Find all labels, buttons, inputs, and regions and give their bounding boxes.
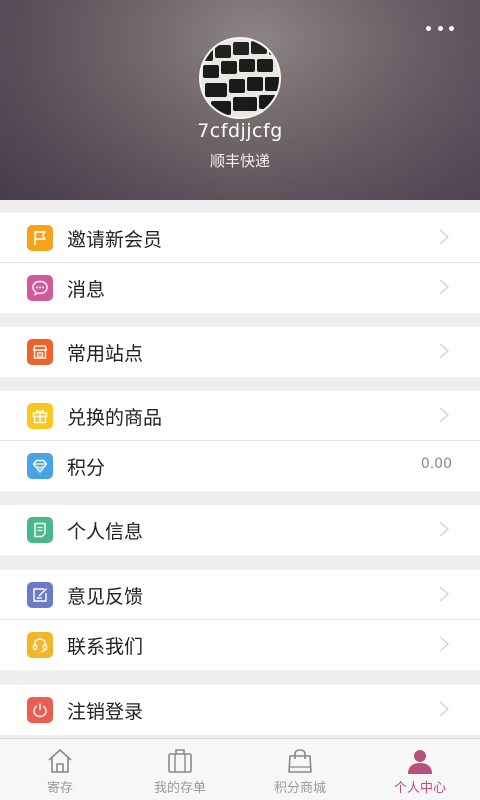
menu-item-feedback[interactable]: 意见反馈	[0, 570, 480, 620]
menu-group-3: 兑换的商品 积分 0.00	[0, 391, 480, 491]
menu-item-messages[interactable]: 消息	[0, 263, 480, 313]
more-dots-icon[interactable]	[426, 20, 454, 36]
profile-header: 7cfdjjcfg 顺丰快递	[0, 0, 480, 200]
menu-item-label: 消息	[67, 279, 106, 301]
menu-item-label: 邀请新会员	[67, 229, 163, 251]
shopping-bag-icon	[288, 749, 312, 773]
chevron-right-icon	[439, 636, 450, 652]
menu-item-points[interactable]: 积分 0.00	[0, 441, 480, 491]
chevron-right-icon	[439, 279, 450, 295]
message-icon	[27, 275, 53, 301]
menu-item-contact-us[interactable]: 联系我们	[0, 620, 480, 670]
tab-label: 我的存单	[153, 781, 206, 796]
menu-item-label: 兑换的商品	[67, 407, 163, 429]
menu-item-label: 常用站点	[67, 343, 144, 365]
menu-item-label: 联系我们	[67, 636, 144, 658]
bag-icon	[168, 749, 192, 773]
chevron-right-icon	[439, 521, 450, 537]
company-name: 顺丰快递	[209, 152, 270, 170]
menu-item-redeemed-goods[interactable]: 兑换的商品	[0, 391, 480, 441]
menu-item-label: 注销登录	[67, 701, 144, 723]
tab-my-orders[interactable]: 我的存单	[120, 739, 240, 800]
menu-group-5: 意见反馈 联系我们	[0, 570, 480, 670]
points-value: 0.00	[420, 456, 452, 472]
feedback-icon	[27, 582, 53, 608]
gift-icon	[27, 403, 53, 429]
diamond-icon	[27, 453, 53, 479]
menu-group-6: 注销登录	[0, 685, 480, 735]
tab-label: 个人中心	[393, 781, 446, 796]
menu-group-2: 常用站点	[0, 327, 480, 377]
tab-points-mall[interactable]: 积分商城	[240, 739, 360, 800]
avatar[interactable]	[199, 37, 281, 119]
headset-icon	[27, 632, 53, 658]
menu-item-label: 积分	[67, 457, 106, 479]
flag-icon	[27, 225, 53, 251]
chevron-right-icon	[439, 701, 450, 717]
tab-label: 寄存	[46, 781, 73, 796]
menu-item-label: 意见反馈	[67, 586, 144, 608]
bottom-tab-bar: 寄存 我的存单 积分商城 个人中心	[0, 738, 480, 800]
store-icon	[27, 339, 53, 365]
chevron-right-icon	[439, 343, 450, 359]
tab-deposit[interactable]: 寄存	[0, 739, 120, 800]
profile-card-icon	[27, 517, 53, 543]
menu-item-stations[interactable]: 常用站点	[0, 327, 480, 377]
menu-group-4: 个人信息	[0, 505, 480, 555]
chevron-right-icon	[439, 229, 450, 245]
tab-personal-center[interactable]: 个人中心	[360, 739, 480, 800]
chevron-right-icon	[439, 586, 450, 602]
chevron-right-icon	[439, 407, 450, 423]
menu-item-personal-info[interactable]: 个人信息	[0, 505, 480, 555]
power-icon	[27, 697, 53, 723]
tab-label: 积分商城	[273, 781, 326, 796]
menu-group-1: 邀请新会员 消息	[0, 213, 480, 313]
home-icon	[48, 749, 72, 773]
menu-item-logout[interactable]: 注销登录	[0, 685, 480, 735]
menu-item-label: 个人信息	[67, 521, 144, 543]
menu-item-invite[interactable]: 邀请新会员	[0, 213, 480, 263]
username: 7cfdjjcfg	[197, 120, 283, 142]
person-icon	[408, 750, 432, 774]
